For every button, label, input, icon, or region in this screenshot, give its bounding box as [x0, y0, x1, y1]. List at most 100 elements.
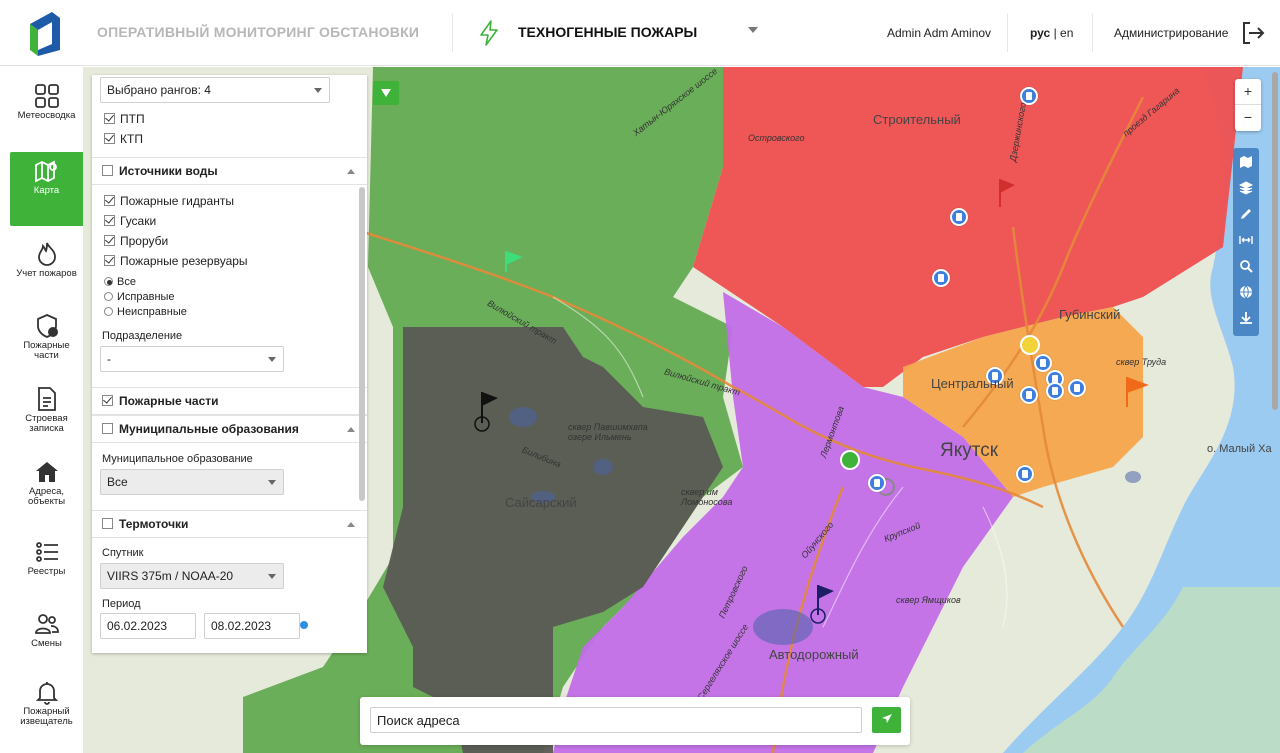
reservoirs-checkbox[interactable]: Пожарные резервуары [104, 253, 248, 269]
download-button[interactable] [1233, 306, 1259, 330]
station-pin[interactable] [932, 269, 950, 287]
document-icon [37, 387, 56, 411]
date-from-value: 06.02.2023 [107, 619, 168, 633]
radio-icon[interactable] [104, 277, 113, 286]
checkbox-label: Проруби [120, 234, 169, 248]
sidebar-item-detector[interactable]: Пожарный извещатель [10, 673, 83, 747]
map-scrollbar[interactable] [1272, 72, 1278, 410]
checkbox-icon[interactable] [104, 195, 115, 206]
language-switch: рус | en [1030, 26, 1073, 40]
thermal-title: Термоточки [119, 517, 189, 531]
checkbox-label: Гусаки [120, 214, 157, 228]
station-pin[interactable] [1016, 465, 1034, 483]
sidebar-item-roster[interactable]: Строевая записка [10, 380, 83, 454]
map-icon [34, 160, 57, 183]
map-label: Якутск [940, 440, 999, 461]
municipal-header[interactable]: Муниципальные образования [92, 415, 367, 443]
checkbox-icon[interactable] [104, 133, 115, 144]
checkbox-label: Пожарные гидранты [120, 194, 234, 208]
chevron-up-icon[interactable] [347, 427, 355, 432]
sidebar-item-label: Строевая записка [25, 413, 68, 434]
search-map-button[interactable] [1233, 254, 1259, 278]
radio-label: Исправные [117, 291, 175, 303]
draw-button[interactable] [1233, 202, 1259, 226]
checkbox-icon[interactable] [102, 518, 113, 529]
ranks-select[interactable]: Выбрано рангов: 4 [100, 77, 330, 103]
station-pin[interactable] [868, 474, 886, 492]
sidebar-item-fires[interactable]: Учет пожаров [10, 235, 83, 309]
map-icon [1240, 156, 1252, 168]
zoom-out-button[interactable]: − [1235, 105, 1261, 131]
sidebar-item-meteo[interactable]: Метеосводка [10, 77, 83, 151]
sidebar-item-registries[interactable]: Реестры [10, 533, 83, 607]
mode-title[interactable]: ТЕХНОГЕННЫЕ ПОЖАРЫ [518, 24, 697, 40]
logo-icon[interactable] [30, 10, 60, 56]
satellite-select[interactable]: VIIRS 375m / NOAA-20 [100, 563, 284, 589]
info-icon[interactable] [300, 621, 308, 629]
filter-toggle-button[interactable] [373, 81, 399, 105]
checkbox-icon[interactable] [102, 165, 113, 176]
bell-icon [35, 682, 58, 705]
municipal-field-label: Муниципальное образование [102, 453, 253, 465]
date-from-input[interactable]: 06.02.2023 [100, 613, 196, 639]
station-pin[interactable] [1068, 379, 1086, 397]
radio-working[interactable]: Исправные [104, 289, 175, 305]
hydrants-checkbox[interactable]: Пожарные гидранты [104, 193, 234, 209]
chevron-up-icon[interactable] [347, 169, 355, 174]
layers-button[interactable] [1233, 176, 1259, 200]
logout-icon[interactable] [1240, 20, 1266, 46]
date-to-input[interactable]: 08.02.2023 [204, 613, 300, 639]
checkbox-icon[interactable] [102, 395, 113, 406]
radio-broken[interactable]: Неисправные [104, 304, 187, 320]
gusaki-checkbox[interactable]: Гусаки [104, 213, 156, 229]
radio-icon[interactable] [104, 307, 113, 316]
people-icon [34, 614, 59, 634]
app-title: ОПЕРАТИВНЫЙ МОНИТОРИНГ ОБСТАНОВКИ [97, 24, 420, 40]
checkbox-icon[interactable] [104, 235, 115, 246]
map-tools [1233, 148, 1259, 336]
ranks-select-value: Выбрано рангов: 4 [107, 83, 211, 97]
sidebar-item-stations[interactable]: Пожарные части [10, 307, 83, 381]
chevron-down-icon[interactable] [748, 27, 758, 33]
panel-scrollbar[interactable] [359, 187, 365, 501]
search-input[interactable] [370, 707, 862, 733]
chevron-down-icon [268, 357, 276, 362]
station-pin[interactable] [1046, 382, 1064, 400]
globe-icon [1240, 285, 1252, 299]
sidebar-item-addresses[interactable]: Адреса, объекты [10, 453, 83, 527]
sidebar-item-label: Учет пожаров [16, 268, 77, 279]
sidebar-item-label: Смены [31, 638, 62, 649]
lang-ru[interactable]: рус [1030, 26, 1050, 40]
measure-button[interactable] [1233, 228, 1259, 252]
division-select[interactable]: - [100, 346, 284, 372]
ktp-checkbox[interactable]: КТП [104, 131, 143, 147]
radio-all[interactable]: Все [104, 274, 136, 290]
station-pin[interactable] [950, 208, 968, 226]
thermal-header[interactable]: Термоточки [92, 510, 367, 538]
header: ОПЕРАТИВНЫЙ МОНИТОРИНГ ОБСТАНОВКИ ТЕХНОГ… [0, 0, 1280, 66]
checkbox-icon[interactable] [104, 113, 115, 124]
chevron-up-icon[interactable] [347, 522, 355, 527]
user-name: Admin Adm Aminov [887, 26, 992, 40]
sidebar-item-shifts[interactable]: Смены [10, 605, 83, 679]
checkbox-icon[interactable] [102, 423, 113, 434]
checkbox-icon[interactable] [104, 255, 115, 266]
search-go-button[interactable] [872, 707, 901, 733]
radio-icon[interactable] [104, 292, 113, 301]
water-sources-header[interactable]: Источники воды [92, 157, 367, 185]
chevron-down-icon [268, 480, 276, 485]
station-pin[interactable] [1034, 354, 1052, 372]
ptp-checkbox[interactable]: ПТП [104, 111, 145, 127]
admin-link[interactable]: Администрирование [1114, 26, 1228, 40]
lang-en[interactable]: en [1060, 26, 1073, 40]
checkbox-icon[interactable] [104, 215, 115, 226]
pencil-icon [1241, 209, 1251, 219]
station-pin[interactable] [1020, 386, 1038, 404]
sidebar-item-map[interactable]: Карта [10, 152, 83, 226]
municipal-select[interactable]: Все [100, 469, 284, 495]
fire-stations-header[interactable]: Пожарные части [92, 387, 367, 415]
globe-button[interactable] [1233, 280, 1259, 304]
zoom-in-button[interactable]: + [1235, 79, 1261, 105]
ice-holes-checkbox[interactable]: Проруби [104, 233, 168, 249]
basemap-button[interactable] [1233, 150, 1259, 174]
